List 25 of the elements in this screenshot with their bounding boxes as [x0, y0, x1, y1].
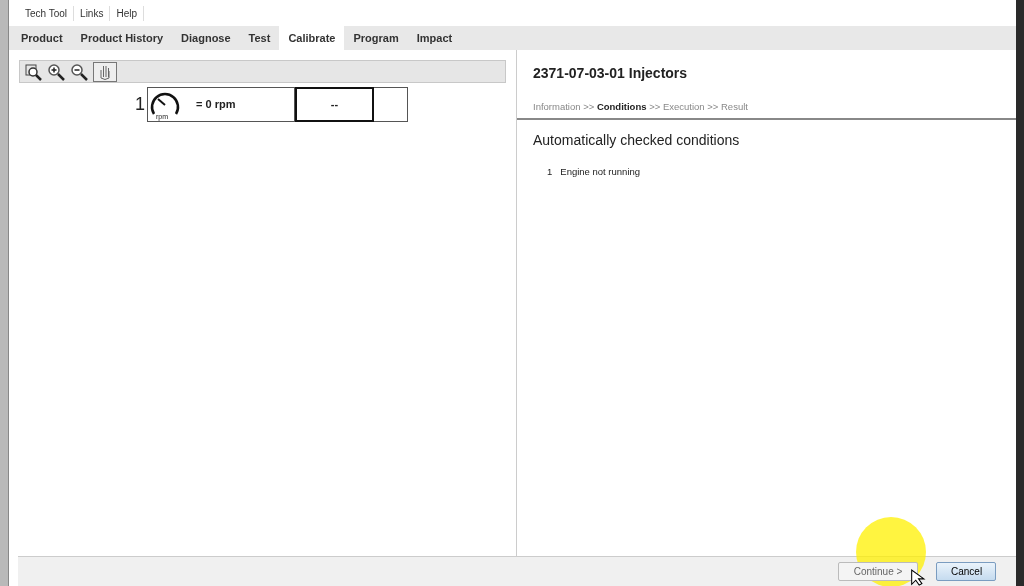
tab[interactable]: Test — [239, 26, 280, 50]
condition-text: Engine not running — [560, 165, 641, 180]
panel-title: 2371-07-03-01 Injectors — [532, 64, 689, 83]
tab[interactable]: Product History — [71, 26, 173, 50]
rpm-reading: = 0 rpm — [196, 97, 236, 113]
empty-cell — [374, 87, 408, 122]
menu-item[interactable]: Tech Tool — [19, 5, 75, 21]
cursor-icon — [911, 569, 926, 586]
step-breadcrumb: Information >> Conditions >> Execution >> Result — [517, 100, 1016, 121]
zoom-in-icon[interactable] — [47, 62, 65, 81]
tab[interactable]: Impact — [407, 26, 462, 50]
zoom-out-icon[interactable] — [70, 62, 88, 81]
tab[interactable]: Program — [344, 26, 408, 50]
menu-item[interactable]: Help — [110, 5, 144, 21]
tab[interactable]: Product — [12, 26, 72, 50]
tab[interactable]: Calibrate — [279, 26, 345, 50]
hand-icon[interactable] — [93, 61, 117, 82]
value-cell: -- — [295, 87, 374, 122]
zoom-fit-icon[interactable] — [24, 62, 42, 81]
tab[interactable]: Diagnose — [172, 26, 240, 50]
row-number: 1 — [135, 93, 145, 116]
section-heading: Automatically checked conditions — [532, 131, 741, 151]
condition-number: 1 — [547, 165, 553, 180]
cancel-button[interactable]: Cancel — [936, 562, 996, 581]
menu-item[interactable]: Links — [74, 5, 111, 21]
